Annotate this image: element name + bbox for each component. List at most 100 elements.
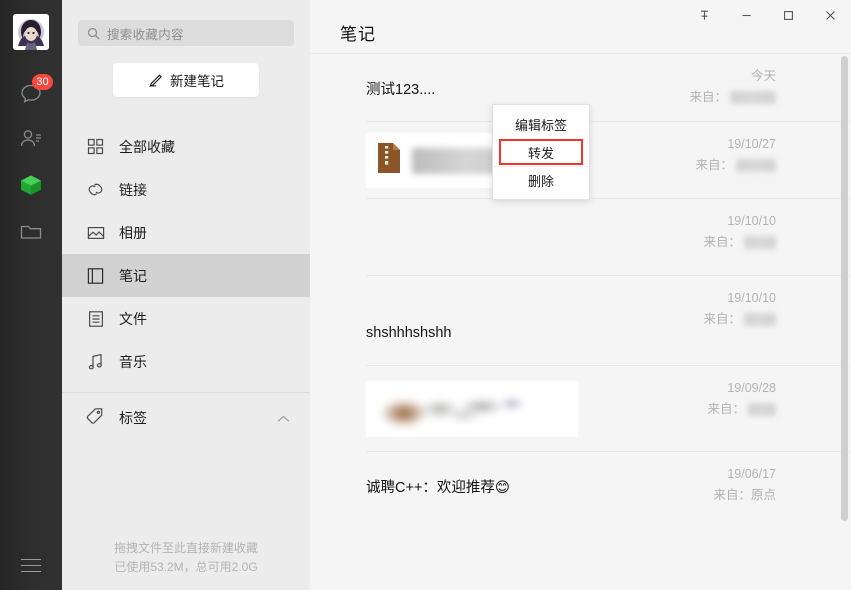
sidebar-item-files[interactable]: 文件 [62, 297, 310, 340]
sidebar-item-label: 笔记 [119, 267, 147, 284]
redacted-sender [730, 90, 776, 104]
list-item-source-label: 来自： [703, 312, 741, 326]
vertical-scrollbar[interactable] [841, 56, 848, 566]
avatar-image [13, 14, 49, 50]
rail-item-contacts[interactable] [0, 116, 62, 162]
user-avatar[interactable] [13, 14, 49, 50]
main-panel: 笔记 测试123.... 今天 来自： 19/10/27 来自： 19/10/1… [310, 0, 851, 590]
maximize-icon [783, 10, 793, 20]
image-icon [86, 223, 105, 242]
sidebar-item-label: 链接 [119, 181, 147, 198]
sidebar-item-music[interactable]: 音乐 [62, 340, 310, 383]
list-item-date: 今天 [750, 69, 776, 83]
zip-file-icon [376, 142, 402, 179]
hamburger-line [21, 565, 41, 566]
sidebar-item-label: 标签 [119, 410, 147, 426]
sidebar-item-tags[interactable]: 标签 [62, 393, 310, 443]
list-item-source-label: 来自： [703, 235, 741, 249]
search-container: 搜索收藏内容 [62, 0, 310, 46]
window-controls [683, 0, 851, 30]
new-note-button[interactable]: 新建笔记 [113, 63, 259, 97]
context-menu-item-label: 转发 [527, 145, 554, 161]
hamburger-menu-icon[interactable] [0, 559, 62, 572]
sidebar-item-all-favorites[interactable]: 全部收藏 [62, 125, 310, 168]
sidebar-item-notes[interactable]: 笔记 [62, 254, 310, 297]
new-note-label: 新建笔记 [170, 74, 224, 89]
list-item-date: 19/10/10 [727, 291, 776, 305]
list-item[interactable]: 19/10/10 来自： [310, 199, 851, 276]
sidebar-nav-list: 全部收藏 链接 相册 笔记 文件 音乐 [62, 125, 310, 383]
context-menu-item-label: 编辑标签 [514, 117, 567, 133]
list-item-title: 诚聘C++：欢迎推荐😊 [366, 480, 511, 496]
search-icon [87, 27, 100, 39]
rail-item-files[interactable] [0, 208, 62, 254]
image-attachment-card[interactable] [366, 381, 578, 437]
list-item-source: 来自： [641, 231, 776, 253]
folder-icon [20, 225, 42, 239]
list-item-source: 来自：原点 [641, 484, 776, 506]
search-input[interactable]: 搜索收藏内容 [78, 20, 294, 46]
pin-button[interactable] [683, 0, 725, 30]
list-item-source: 来自： [641, 86, 776, 108]
sidebar-footer: 拖拽文件至此直接新建收藏 已使用53.2M，总可用2.0G [62, 539, 310, 577]
sidebar-item-label: 全部收藏 [119, 138, 175, 155]
sidebar-item-label: 音乐 [119, 353, 147, 370]
minimize-button[interactable] [725, 0, 767, 30]
wechat-favorites-window: 30 搜索收藏内容 新建笔记 全部收藏 链接 相册 笔记 文件 音乐 标签 拖拽… [0, 0, 851, 590]
link-icon [86, 180, 105, 199]
context-menu-item-forward[interactable]: 转发 [499, 139, 583, 165]
close-icon [825, 10, 835, 20]
sidebar-item-album[interactable]: 相册 [62, 211, 310, 254]
music-note-icon [86, 352, 105, 371]
list-item-meta: 19/10/10 来自： [641, 276, 776, 330]
list-item-meta: 19/10/10 来自： [641, 199, 776, 253]
drag-hint-text: 拖拽文件至此直接新建收藏 [113, 541, 258, 555]
list-item-source-label: 来自： [707, 402, 745, 416]
redacted-sender [744, 312, 776, 326]
list-item-source: 来自： [641, 154, 776, 176]
context-menu-item-edit-tags[interactable]: 编辑标签 [493, 110, 589, 138]
context-menu-item-delete[interactable]: 删除 [493, 166, 589, 194]
notebook-icon [86, 266, 105, 285]
list-item-source-label: 来自： [695, 158, 733, 172]
document-icon [86, 309, 105, 328]
list-item-source-label: 来自：原点 [713, 488, 776, 502]
list-item-meta: 19/10/27 来自： [641, 122, 776, 176]
list-item-date: 19/09/28 [727, 381, 776, 395]
left-nav-rail: 30 [0, 0, 62, 590]
pin-icon [700, 10, 708, 20]
list-item-source: 来自： [641, 308, 776, 330]
sidebar-item-label: 文件 [119, 310, 147, 327]
list-item-title: shshhhshshh [366, 325, 452, 341]
chat-unread-badge: 30 [32, 74, 53, 90]
new-note-container: 新建笔记 [62, 46, 310, 97]
scrollbar-thumb[interactable] [841, 56, 848, 521]
favorites-cube-icon [21, 175, 41, 195]
chevron-up-icon[interactable] [277, 410, 290, 426]
list-item-date: 19/06/17 [727, 467, 776, 481]
list-item-date: 19/10/10 [727, 214, 776, 228]
close-button[interactable] [809, 0, 851, 30]
page-title: 笔记 [340, 25, 376, 44]
context-menu: 编辑标签 转发 删除 [492, 104, 590, 200]
list-item-meta: 19/06/17 来自：原点 [641, 452, 776, 506]
contacts-icon [20, 130, 41, 147]
rail-item-favorites[interactable] [0, 162, 62, 208]
tag-icon [86, 407, 105, 429]
list-item[interactable]: 诚聘C++：欢迎推荐😊 19/06/17 来自：原点 [310, 452, 851, 512]
list-item[interactable]: 19/09/28 来自： [310, 366, 851, 452]
minimize-icon [741, 14, 751, 16]
storage-usage-text: 已使用53.2M，总可用2.0G [114, 560, 258, 574]
redacted-sender [736, 158, 776, 172]
sidebar-item-label: 相册 [119, 224, 147, 241]
rail-item-chat[interactable]: 30 [0, 70, 62, 116]
list-item-date: 19/10/27 [727, 137, 776, 151]
redacted-sender [744, 235, 776, 249]
hamburger-line [21, 559, 41, 560]
list-item-source-label: 来自： [689, 90, 727, 104]
list-item[interactable]: shshhhshshh 19/10/10 来自： [310, 276, 851, 366]
sidebar-item-links[interactable]: 链接 [62, 168, 310, 211]
hamburger-line [21, 571, 41, 572]
favorites-sidebar: 搜索收藏内容 新建笔记 全部收藏 链接 相册 笔记 文件 音乐 标签 拖拽文件至… [62, 0, 310, 590]
maximize-button[interactable] [767, 0, 809, 30]
